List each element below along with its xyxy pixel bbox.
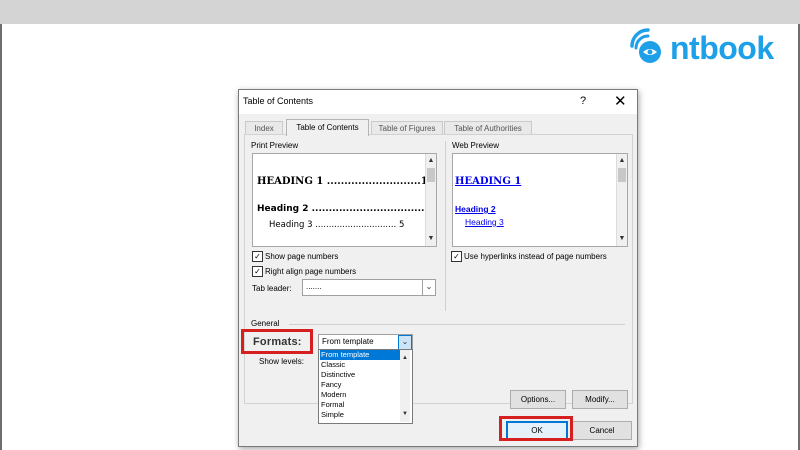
modify-button[interactable]: Modify... — [572, 390, 628, 409]
ok-highlight-box — [499, 416, 573, 441]
use-hyperlinks-label: Use hyperlinks instead of page numbers — [464, 252, 607, 261]
right-align-label: Right align page numbers — [265, 267, 357, 276]
tab-leader-label: Tab leader: — [252, 284, 292, 293]
scroll-up-arrow-icon[interactable]: ▲ — [426, 156, 436, 166]
print-preview-label: Print Preview — [251, 141, 299, 150]
right-align-checkbox[interactable]: ✓ — [252, 266, 263, 277]
formats-highlight-box — [241, 329, 313, 354]
tab-table-of-figures[interactable]: Table of Figures — [371, 121, 443, 135]
scroll-down-arrow-icon[interactable]: ▼ — [400, 409, 410, 419]
formats-dropdown-list: From template Classic Distinctive Fancy … — [318, 349, 413, 424]
web-preview-heading1-link[interactable]: HEADING 1 — [455, 176, 521, 187]
print-preview-box: HEADING 1 ...........................1 H… — [252, 153, 437, 247]
general-divider — [289, 324, 625, 325]
format-option-modern[interactable]: Modern — [320, 390, 403, 400]
web-preview-box: HEADING 1 Heading 2 Heading 3 ▲ ▼ — [452, 153, 628, 247]
print-preview-heading3: Heading 3 ..............................… — [269, 220, 405, 230]
logo-text: ntbook — [670, 30, 774, 66]
scroll-thumb[interactable] — [618, 168, 626, 182]
tab-leader-value: ....... — [306, 282, 322, 291]
web-preview-scrollbar[interactable]: ▲ ▼ — [616, 154, 627, 246]
show-levels-label: Show levels: — [259, 357, 304, 366]
show-page-numbers-checkbox[interactable]: ✓ — [252, 251, 263, 262]
window-top-bar — [0, 0, 800, 24]
scroll-down-arrow-icon[interactable]: ▼ — [617, 234, 627, 244]
dialog-titlebar: Table of Contents ? ✕ — [239, 90, 637, 114]
tab-leader-select[interactable]: ....... ⌄ — [302, 279, 436, 296]
print-preview-heading2: Heading 2 ..............................… — [257, 204, 434, 214]
dialog-title: Table of Contents — [243, 96, 314, 106]
tab-pane-toc: Print Preview HEADING 1 ................… — [244, 134, 633, 424]
show-page-numbers-label: Show page numbers — [265, 252, 339, 261]
tab-table-of-authorities[interactable]: Table of Authorities — [444, 121, 532, 135]
formats-value: From template — [322, 337, 374, 346]
help-button[interactable]: ? — [580, 95, 586, 107]
chevron-down-icon[interactable]: ⌄ — [422, 280, 435, 295]
cloud-book-icon — [630, 28, 661, 63]
formats-dropdown-scrollbar[interactable]: ▲ ▼ — [400, 350, 410, 422]
formats-select[interactable]: From template ⌄ — [318, 334, 413, 351]
web-preview-heading3-link[interactable]: Heading 3 — [465, 217, 504, 227]
web-preview-label: Web Preview — [452, 141, 499, 150]
scroll-thumb[interactable] — [427, 168, 435, 182]
format-option-classic[interactable]: Classic — [320, 360, 403, 370]
brand-logo: ntbook — [626, 22, 786, 72]
options-button[interactable]: Options... — [510, 390, 566, 409]
close-button[interactable]: ✕ — [614, 92, 627, 110]
tab-table-of-contents[interactable]: Table of Contents — [286, 119, 369, 136]
print-preview-heading1: HEADING 1 ...........................1 — [257, 176, 428, 187]
general-section-label: General — [251, 319, 280, 328]
web-preview-heading2-link[interactable]: Heading 2 — [455, 204, 496, 214]
tab-index[interactable]: Index — [245, 121, 283, 135]
format-option-from-template[interactable]: From template — [320, 350, 403, 360]
format-option-formal[interactable]: Formal — [320, 400, 403, 410]
format-option-simple[interactable]: Simple — [320, 410, 403, 420]
scroll-down-arrow-icon[interactable]: ▼ — [426, 234, 436, 244]
use-hyperlinks-checkbox[interactable]: ✓ — [451, 251, 462, 262]
table-of-contents-dialog: Table of Contents ? ✕ Index Table of Con… — [238, 89, 638, 447]
vertical-divider — [445, 141, 446, 311]
scroll-up-arrow-icon[interactable]: ▲ — [617, 156, 627, 166]
left-border — [0, 24, 2, 450]
format-option-fancy[interactable]: Fancy — [320, 380, 403, 390]
print-preview-scrollbar[interactable]: ▲ ▼ — [425, 154, 436, 246]
format-option-distinctive[interactable]: Distinctive — [320, 370, 403, 380]
cancel-button[interactable]: Cancel — [572, 421, 632, 440]
scroll-up-arrow-icon[interactable]: ▲ — [400, 353, 410, 363]
